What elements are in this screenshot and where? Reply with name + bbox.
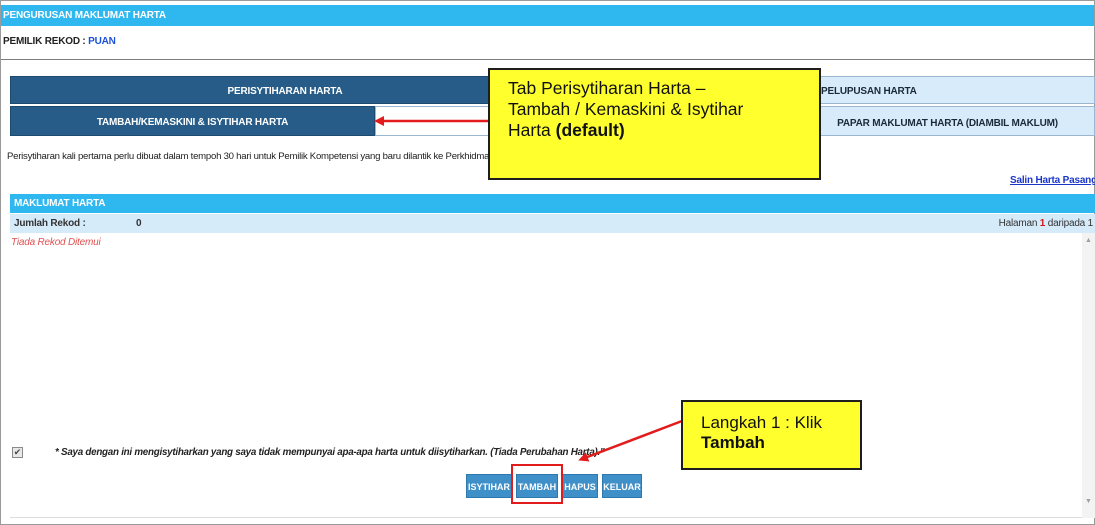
callout-line: Harta (default) [508,120,801,141]
callout-line: Tab Perisytiharan Harta – [508,78,706,98]
callout-line: Langkah 1 : Klik [701,413,822,432]
callout-text: Harta [508,120,556,140]
tab-annotation-callout: Tab Perisytiharan Harta – Tambah / Kemas… [488,68,821,180]
callout-action: Tambah [701,433,765,452]
step-annotation-callout: Langkah 1 : Klik Tambah [681,400,862,470]
callout-default: (default) [555,120,625,140]
callout-line: Tambah / Kemaskini & Isytihar [508,99,744,119]
arrow-to-tambah [578,419,683,462]
